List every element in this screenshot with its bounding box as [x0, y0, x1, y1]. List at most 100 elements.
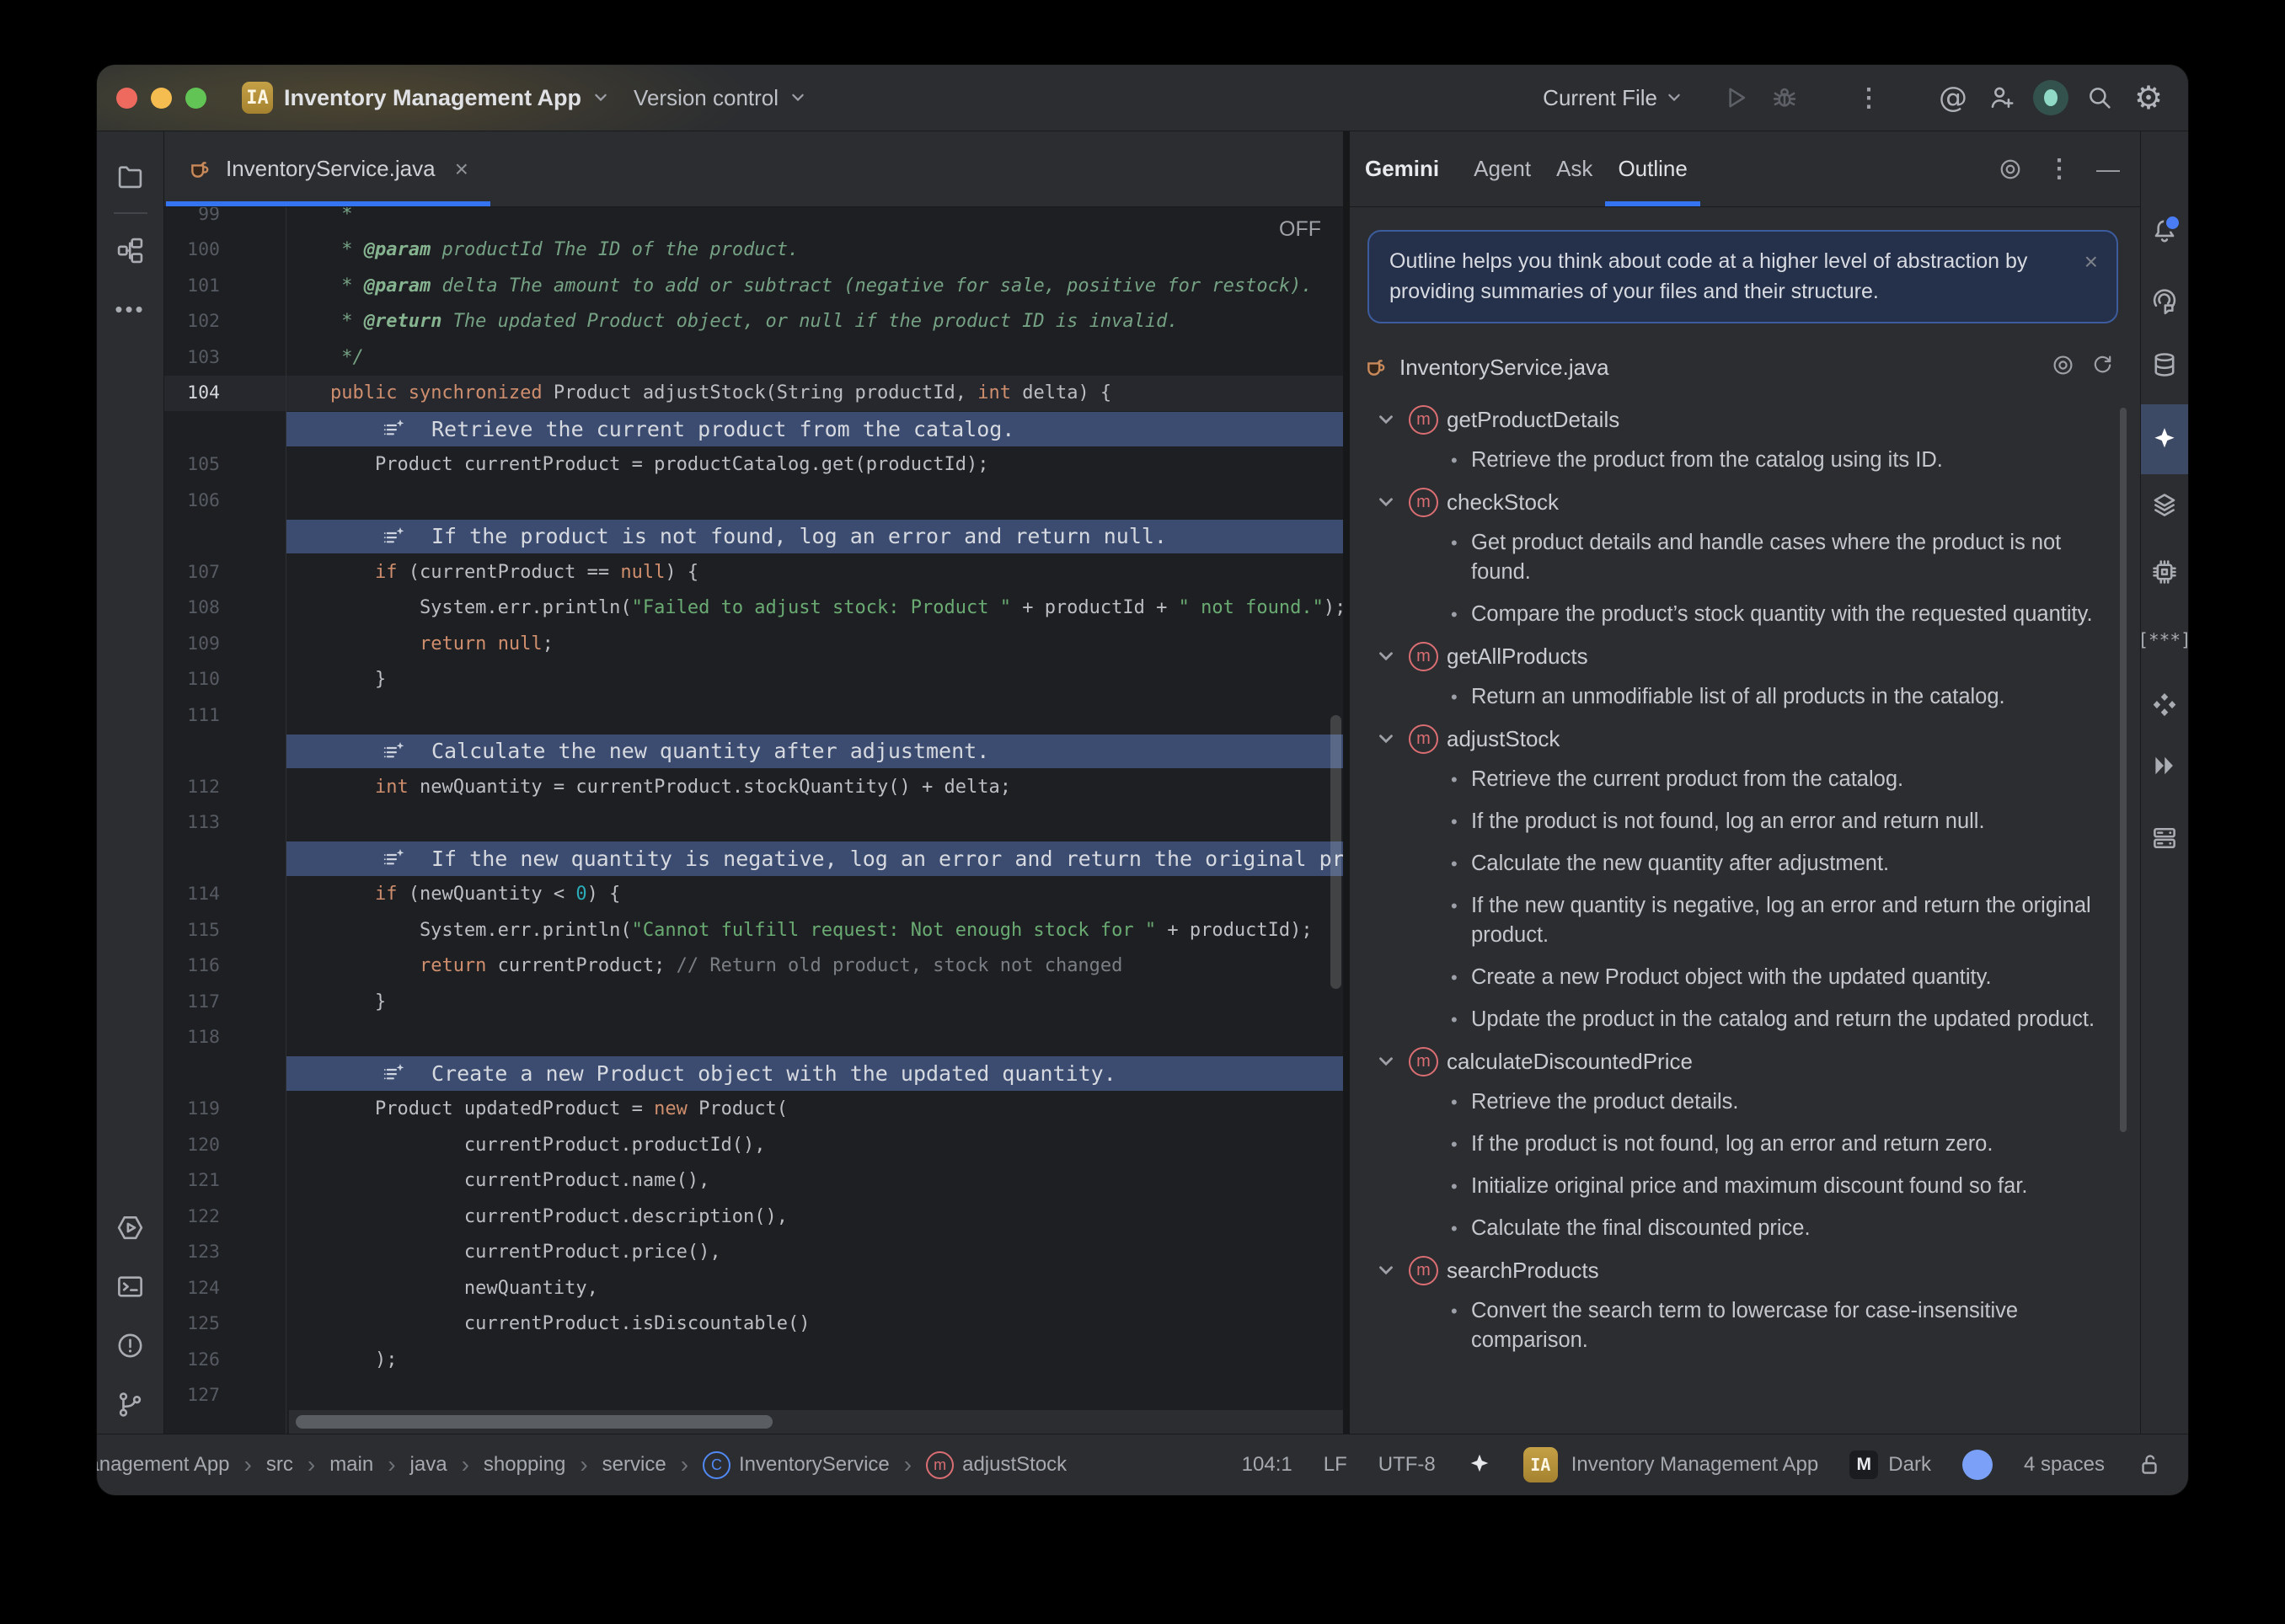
breadcrumb-item[interactable]: CInventoryService: [703, 1451, 890, 1479]
code-line[interactable]: 120 currentProduct.productId(),: [164, 1127, 1343, 1163]
code-line[interactable]: 118: [164, 1020, 1343, 1056]
sparkle-icon[interactable]: [1467, 1452, 1492, 1477]
ai-summary-banner[interactable]: Calculate the new quantity after adjustm…: [286, 735, 1343, 769]
settings-button[interactable]: ⚙: [2124, 73, 2173, 122]
caret-position-widget[interactable]: 104:1: [1242, 1453, 1292, 1477]
theme-widget[interactable]: M Dark: [1849, 1450, 1931, 1479]
ai-summary-row[interactable]: If the new quantity is negative, log an …: [164, 841, 1343, 877]
editor-horizontal-scrollbar[interactable]: [289, 1410, 1343, 1434]
code-line[interactable]: 112 int newQuantity = currentProduct.sto…: [164, 769, 1343, 805]
code-line[interactable]: 103 */: [164, 339, 1343, 376]
chevron-down-icon[interactable]: [1375, 1050, 1397, 1072]
git-tool-button[interactable]: [106, 1380, 155, 1429]
line-number[interactable]: 103: [164, 347, 286, 368]
app-widget[interactable]: IA Inventory Management App: [1523, 1447, 1819, 1482]
line-number[interactable]: 125: [164, 1313, 286, 1334]
hide-panel-button[interactable]: —: [2090, 151, 2127, 188]
line-number[interactable]: 113: [164, 812, 286, 833]
breadcrumb-item[interactable]: Inventory Management App: [97, 1453, 230, 1477]
line-number[interactable]: 117: [164, 991, 286, 1012]
code-line[interactable]: 115 System.err.println("Cannot fulfill r…: [164, 912, 1343, 948]
unlock-icon[interactable]: [2136, 1451, 2163, 1478]
line-number[interactable]: 104: [164, 382, 286, 403]
ai-summary-banner[interactable]: Create a new Product object with the upd…: [286, 1056, 1343, 1091]
run-button[interactable]: [1711, 73, 1760, 122]
code-line[interactable]: 121 currentProduct.name(),: [164, 1163, 1343, 1199]
notifications-button[interactable]: [2141, 207, 2188, 256]
code-editor[interactable]: OFF 99 *100 * @param productId The ID of…: [164, 207, 1343, 1434]
outline-method[interactable]: mgetAllProducts: [1350, 636, 2115, 676]
line-number[interactable]: 121: [164, 1170, 286, 1191]
encoding-widget[interactable]: UTF-8: [1378, 1453, 1436, 1477]
device-explorer-tool-button[interactable]: [2141, 548, 2188, 596]
line-number[interactable]: 126: [164, 1349, 286, 1370]
code-line[interactable]: 106: [164, 483, 1343, 519]
line-number[interactable]: 108: [164, 597, 286, 618]
ai-chat-tool-button[interactable]: [2141, 279, 2188, 328]
database-tool-button[interactable]: [2141, 340, 2188, 389]
breadcrumb-item[interactable]: service: [602, 1453, 666, 1477]
outline-scrollbar[interactable]: [2120, 408, 2127, 1132]
breadcrumb-item[interactable]: java: [410, 1453, 447, 1477]
device-manager-tool-button[interactable]: [2141, 814, 2188, 863]
zoom-window-button[interactable]: [185, 88, 206, 109]
line-number[interactable]: 109: [164, 633, 286, 654]
more-tools-button[interactable]: •••: [106, 285, 155, 334]
editor-panel-splitter[interactable]: [1343, 131, 1350, 1434]
project-tool-button[interactable]: [106, 152, 155, 200]
run-configuration-select[interactable]: Current File: [1543, 85, 1683, 111]
vcs-widget[interactable]: Version control: [634, 85, 806, 111]
inlay-off-badge[interactable]: OFF: [1279, 217, 1321, 242]
minimize-window-button[interactable]: [151, 88, 172, 109]
show-in-editor-button[interactable]: [2051, 353, 2075, 382]
line-number[interactable]: 114: [164, 884, 286, 905]
code-line[interactable]: 105 Product currentProduct = productCata…: [164, 447, 1343, 483]
outline-method[interactable]: msearchProducts: [1350, 1250, 2115, 1290]
chevron-down-icon[interactable]: [1375, 491, 1397, 513]
panel-tab-ask[interactable]: Ask: [1544, 131, 1605, 206]
breadcrumb-item[interactable]: main: [329, 1453, 373, 1477]
line-number[interactable]: 100: [164, 239, 286, 260]
line-number[interactable]: 102: [164, 311, 286, 332]
chevron-down-icon[interactable]: [1375, 645, 1397, 667]
line-number[interactable]: 105: [164, 454, 286, 475]
ai-summary-row[interactable]: If the product is not found, log an erro…: [164, 519, 1343, 555]
structure-tool-button[interactable]: [106, 226, 155, 275]
code-line[interactable]: 99 *: [164, 207, 1343, 232]
code-line[interactable]: 125 currentProduct.isDiscountable(): [164, 1306, 1343, 1343]
line-number[interactable]: 119: [164, 1098, 286, 1119]
line-number[interactable]: 106: [164, 490, 286, 511]
line-number[interactable]: 101: [164, 275, 286, 296]
close-icon[interactable]: ×: [2084, 248, 2098, 275]
search-everywhere-button[interactable]: [2075, 73, 2124, 122]
secrets-tool-button[interactable]: [***]: [2141, 616, 2188, 665]
breadcrumb-item[interactable]: madjustStock: [926, 1451, 1067, 1479]
line-number[interactable]: 122: [164, 1206, 286, 1227]
code-line[interactable]: 110 }: [164, 662, 1343, 698]
code-line[interactable]: 116 return currentProduct; // Return old…: [164, 948, 1343, 985]
ai-summary-row[interactable]: Calculate the new quantity after adjustm…: [164, 734, 1343, 770]
profile-avatar[interactable]: [2026, 73, 2075, 122]
outline-method[interactable]: mgetProductDetails: [1350, 399, 2115, 440]
code-line[interactable]: 107 if (currentProduct == null) {: [164, 554, 1343, 590]
code-line[interactable]: 127: [164, 1378, 1343, 1414]
profiler-tool-button[interactable]: [2141, 741, 2188, 790]
outline-file-row[interactable]: InventoryService.java: [1350, 346, 2140, 388]
run-tool-button[interactable]: [106, 1203, 155, 1252]
code-line[interactable]: 124 newQuantity,: [164, 1270, 1343, 1306]
chevron-down-icon[interactable]: [1375, 1259, 1397, 1281]
project-widget[interactable]: IA Inventory Management App: [242, 82, 609, 114]
ai-assistant-button[interactable]: @: [1929, 73, 1977, 122]
panel-tab-outline[interactable]: Outline: [1605, 131, 1699, 206]
gemini-tool-button[interactable]: [2141, 404, 2188, 474]
close-window-button[interactable]: [116, 88, 137, 109]
line-number[interactable]: 124: [164, 1278, 286, 1299]
ai-summary-banner[interactable]: Retrieve the current product from the ca…: [286, 412, 1343, 446]
panel-options-button[interactable]: ⋮: [2041, 151, 2078, 188]
code-line[interactable]: 119 Product updatedProduct = new Product…: [164, 1092, 1343, 1128]
line-number[interactable]: 111: [164, 705, 286, 726]
code-line[interactable]: 104 public synchronized Product adjustSt…: [164, 376, 1343, 412]
code-line[interactable]: 108 System.err.println("Failed to adjust…: [164, 590, 1343, 627]
code-line[interactable]: 102 * @return The updated Product object…: [164, 304, 1343, 340]
ai-summary-row[interactable]: Retrieve the current product from the ca…: [164, 411, 1343, 447]
